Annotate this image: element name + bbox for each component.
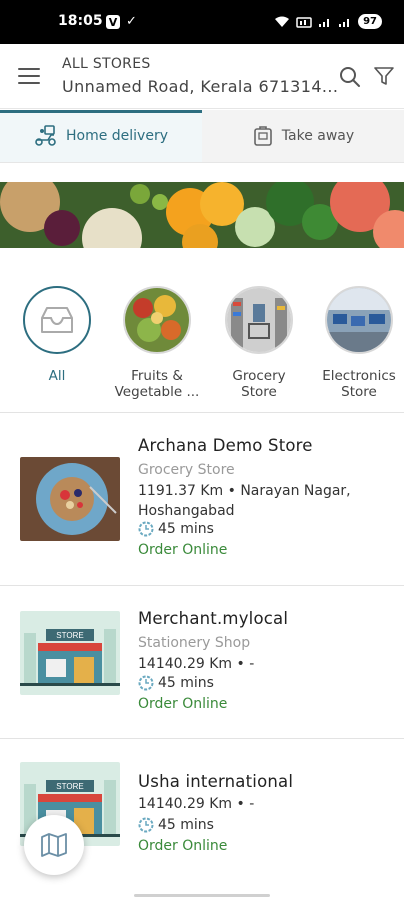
category-all[interactable]: All <box>12 286 102 384</box>
order-online-link[interactable]: Order Online <box>138 838 227 854</box>
location-address[interactable]: Unnamed Road, Kerala 671314... <box>62 77 338 96</box>
status-right-icons: 97 <box>274 14 382 29</box>
store-sign: STORE <box>56 782 83 791</box>
store-distance: 14140.29 Km • - <box>138 796 255 812</box>
category-electronics-store[interactable]: Electronics Store <box>314 286 404 400</box>
tab-take-away-label: Take away <box>281 128 355 144</box>
map-icon <box>41 833 67 857</box>
store-card[interactable]: STORE Merchant.mylocal Stationery Shop 1… <box>0 586 404 738</box>
store-distance: 14140.29 Km • - <box>138 656 255 672</box>
category-grocery-circle <box>225 286 293 354</box>
filter-icon[interactable] <box>373 65 395 87</box>
electronics-store-image <box>327 288 391 352</box>
home-indicator <box>134 894 270 897</box>
tab-home-delivery[interactable]: Home delivery <box>0 110 202 162</box>
vpn-icon: V <box>106 15 120 29</box>
delivery-mode-tabs: Home delivery Take away <box>0 110 404 163</box>
store-thumbnail <box>20 457 120 541</box>
clock-icon <box>138 675 154 691</box>
store-name: Archana Demo Store <box>138 436 313 455</box>
status-bar: 18:05 V ✓ 97 <box>0 0 404 44</box>
category-fruits-label: Fruits & Vegetable ... <box>114 368 200 400</box>
store-name: Usha international <box>138 772 294 791</box>
promo-banner[interactable] <box>0 182 404 248</box>
food-plate-image <box>20 457 120 541</box>
order-online-link[interactable]: Order Online <box>138 696 227 712</box>
category-all-circle <box>23 286 91 354</box>
wifi-icon <box>275 16 290 27</box>
delivery-time-value: 45 mins <box>158 521 214 537</box>
status-time: 18:05 <box>58 13 103 29</box>
delivery-time: 45 mins <box>138 675 214 691</box>
menu-icon[interactable] <box>18 68 40 84</box>
delivery-time: 45 mins <box>138 521 214 537</box>
vegetables-banner-image <box>0 182 404 248</box>
delivery-time: 45 mins <box>138 817 214 833</box>
download-done-icon: ✓ <box>126 14 137 29</box>
category-fruits-circle <box>123 286 191 354</box>
category-fruits-vegetables[interactable]: Fruits & Vegetable ... <box>112 286 202 400</box>
store-name: Merchant.mylocal <box>138 609 289 628</box>
store-category: Stationery Shop <box>138 635 251 651</box>
category-electronics-circle <box>325 286 393 354</box>
store-illustration: STORE <box>20 611 120 695</box>
tab-take-away[interactable]: Take away <box>202 110 404 162</box>
delivery-time-value: 45 mins <box>158 675 214 691</box>
volte-icon <box>296 16 312 28</box>
category-electronics-label: Electronics Store <box>322 368 396 400</box>
store-distance: 1191.37 Km • Narayan Nagar, Hoshangabad <box>138 483 351 519</box>
status-notifications: V ✓ <box>106 15 137 29</box>
clock-icon <box>138 521 154 537</box>
app-header: ALL STORES Unnamed Road, Kerala 671314..… <box>0 44 404 109</box>
order-online-link[interactable]: Order Online <box>138 542 227 558</box>
clock-icon <box>138 817 154 833</box>
delivery-time-value: 45 mins <box>158 817 214 833</box>
category-grocery-store[interactable]: Grocery Store <box>214 286 304 400</box>
store-category: Grocery Store <box>138 462 235 478</box>
map-view-button[interactable] <box>24 815 84 875</box>
grocery-store-image <box>227 288 291 352</box>
store-card[interactable]: Archana Demo Store Grocery Store 1191.37… <box>0 413 404 585</box>
store-scope-label[interactable]: ALL STORES <box>62 56 151 72</box>
scooter-icon <box>35 125 56 146</box>
category-grocery-label: Grocery Store <box>232 368 286 400</box>
signal-icon <box>319 18 330 27</box>
battery-icon: 97 <box>358 14 382 29</box>
store-sign: STORE <box>56 631 83 640</box>
inbox-icon <box>41 307 73 333</box>
store-thumbnail: STORE <box>20 611 120 695</box>
category-carousel: All Fruits & Vegetable ... Grocery Store… <box>0 270 404 410</box>
search-icon[interactable] <box>339 66 361 88</box>
bag-icon <box>253 126 272 146</box>
tab-home-delivery-label: Home delivery <box>65 128 168 144</box>
vegetables-image <box>125 288 189 352</box>
signal-icon-2 <box>339 18 350 27</box>
category-all-label: All <box>48 368 66 384</box>
